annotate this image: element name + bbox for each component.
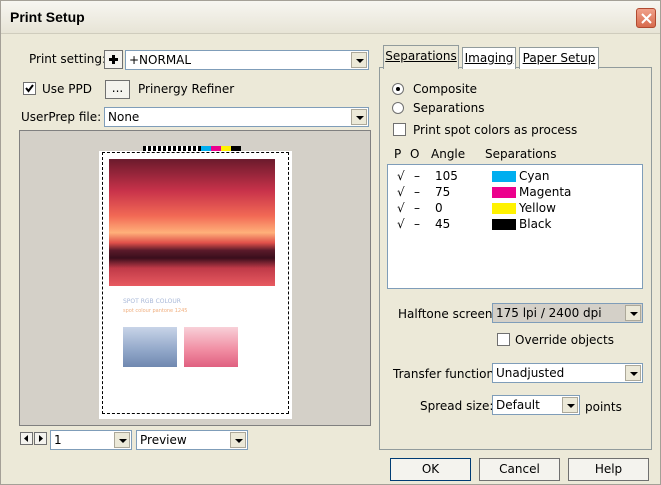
preview-area: SPOT RGB COLOUR spot colour pantone 1245 bbox=[19, 130, 371, 426]
print-setting-select[interactable]: +NORMAL bbox=[125, 50, 369, 70]
userprep-select[interactable]: None bbox=[104, 107, 369, 127]
spot-colors-checkbox[interactable] bbox=[393, 123, 406, 136]
list-item[interactable]: √ – 0 Yellow bbox=[388, 201, 642, 217]
transfer-function-select[interactable]: Unadjusted bbox=[492, 363, 643, 383]
title-bar: Print Setup bbox=[1, 1, 660, 34]
close-button[interactable] bbox=[636, 8, 656, 28]
preview-subtext: spot colour pantone 1245 bbox=[123, 308, 188, 314]
separations-list[interactable]: √ – 105 Cyan √ – 75 Magenta √ – 0 Yellow… bbox=[387, 164, 643, 289]
preview-heading: SPOT RGB COLOUR bbox=[123, 298, 181, 305]
view-mode-select[interactable]: Preview bbox=[136, 430, 248, 450]
use-ppd-checkbox[interactable] bbox=[23, 82, 36, 95]
pink-swatch-image bbox=[184, 327, 238, 367]
cancel-button[interactable]: Cancel bbox=[479, 458, 560, 481]
tab-paper-setup[interactable]: Paper Setup bbox=[519, 47, 599, 69]
halftone-select[interactable]: 175 lpi / 2400 dpi bbox=[492, 303, 643, 323]
ppd-name: Prinergy Refiner bbox=[138, 82, 235, 96]
arrow-left-icon bbox=[24, 435, 28, 442]
column-separations: Separations bbox=[485, 147, 557, 161]
halftone-label: Halftone screen: bbox=[398, 307, 497, 321]
magenta-swatch bbox=[492, 187, 516, 198]
color-bar bbox=[201, 146, 241, 151]
previous-page-button[interactable] bbox=[20, 432, 33, 445]
black-swatch bbox=[492, 219, 516, 230]
chevron-down-icon bbox=[625, 305, 641, 321]
override-objects-label: Override objects bbox=[515, 333, 614, 347]
column-angle: Angle bbox=[431, 147, 466, 161]
column-o: O bbox=[410, 147, 420, 161]
plus-icon bbox=[109, 55, 118, 64]
ok-button[interactable]: OK bbox=[390, 458, 471, 481]
transfer-function-label: Transfer function: bbox=[393, 367, 499, 381]
next-page-button[interactable] bbox=[34, 432, 47, 445]
separations-radio[interactable] bbox=[392, 102, 404, 114]
spread-size-label: Spread size: bbox=[420, 399, 494, 413]
userprep-label: UserPrep file: bbox=[21, 110, 102, 124]
composite-label: Composite bbox=[413, 82, 478, 96]
arrow-right-icon bbox=[39, 435, 43, 442]
use-ppd-label: Use PPD bbox=[42, 82, 92, 96]
tab-imaging[interactable]: Imaging bbox=[462, 47, 516, 69]
add-print-setting-button[interactable] bbox=[104, 50, 123, 69]
ppd-browse-button[interactable]: ... bbox=[105, 80, 130, 99]
print-setting-label: Print setting: bbox=[29, 52, 107, 66]
yellow-swatch bbox=[492, 203, 516, 214]
print-setup-window: Print Setup Print setting: +NORMAL Use P… bbox=[0, 0, 661, 485]
page-number-select[interactable]: 1 bbox=[50, 430, 132, 450]
chevron-down-icon bbox=[351, 109, 367, 125]
override-objects-checkbox[interactable] bbox=[497, 333, 510, 346]
composite-radio[interactable] bbox=[392, 83, 404, 95]
chevron-down-icon bbox=[230, 432, 246, 448]
chevron-down-icon bbox=[625, 365, 641, 381]
help-button[interactable]: Help bbox=[568, 458, 649, 481]
cyan-swatch bbox=[492, 171, 516, 182]
chevron-down-icon bbox=[114, 432, 130, 448]
spot-colors-label: Print spot colors as process bbox=[413, 123, 578, 137]
spread-unit: points bbox=[585, 400, 622, 414]
list-item[interactable]: √ – 75 Magenta bbox=[388, 185, 642, 201]
close-icon bbox=[641, 13, 652, 24]
window-title: Print Setup bbox=[10, 9, 85, 25]
separations-label: Separations bbox=[413, 101, 485, 115]
spread-size-select[interactable]: Default bbox=[492, 395, 580, 415]
chevron-down-icon bbox=[351, 52, 367, 68]
list-item[interactable]: √ – 105 Cyan bbox=[388, 169, 642, 185]
tab-separations[interactable]: Separations bbox=[383, 45, 459, 69]
list-item[interactable]: √ – 45 Black bbox=[388, 217, 642, 233]
sunset-photo bbox=[109, 159, 275, 286]
blue-swatch-image bbox=[123, 327, 177, 367]
chevron-down-icon bbox=[562, 397, 578, 413]
column-p: P bbox=[394, 147, 402, 161]
checkmark-icon bbox=[25, 84, 34, 93]
